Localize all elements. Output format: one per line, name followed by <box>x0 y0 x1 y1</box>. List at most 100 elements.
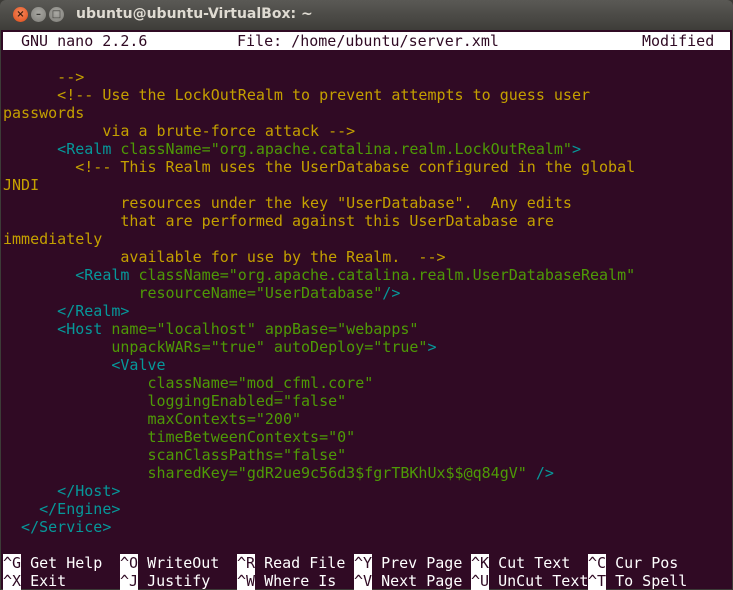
code-segment: timeBetweenContexts="0" <box>3 428 356 446</box>
shortcut-key: ^V <box>354 572 373 590</box>
code-segment: passwords <box>3 104 85 122</box>
shortcut-label: Cur Pos <box>606 554 679 572</box>
editor-line: that are performed against this UserData… <box>3 212 554 230</box>
window-title: ubuntu@ubuntu-VirtualBox: ~ <box>76 6 313 22</box>
shortcut-exit[interactable]: ^X Exit <box>3 572 66 590</box>
code-segment: name="localhost" appBase="webapps" <box>102 320 419 338</box>
code-segment: <Realm <box>3 266 130 284</box>
shortcut-next-page[interactable]: ^V Next Page <box>354 572 462 590</box>
editor-line: timeBetweenContexts="0" <box>3 428 355 446</box>
window-titlebar: × – □ ubuntu@ubuntu-VirtualBox: ~ <box>0 0 733 30</box>
code-segment: <!-- This Realm uses the UserDatabase co… <box>3 158 636 176</box>
shortcut-key: ^U <box>471 572 490 590</box>
shortcut-label: Where Is <box>255 572 337 590</box>
code-segment: immediately <box>3 230 103 248</box>
editor-line: via a brute-force attack --> <box>3 122 355 140</box>
shortcut-key: ^R <box>237 554 256 572</box>
editor-line: JNDI <box>3 176 39 194</box>
code-segment: </Realm> <box>3 302 130 320</box>
close-window-button[interactable]: × <box>13 7 28 22</box>
code-segment: maxContexts="200" <box>3 410 302 428</box>
code-segment: <Host <box>3 320 103 338</box>
editor-line: maxContexts="200" <box>3 410 301 428</box>
editor-line: resources under the key "UserDatabase". … <box>3 194 572 212</box>
code-segment: className="mod_cfml.core" <box>3 374 374 392</box>
editor-line: </Service> <box>3 518 111 536</box>
code-segment: </Engine> <box>3 500 121 518</box>
editor-line: scanClassPaths="false" <box>3 446 346 464</box>
shortcut-cut-text[interactable]: ^K Cut Text <box>471 554 570 572</box>
shortcut-justify[interactable]: ^J Justify <box>120 572 210 590</box>
code-segment: <Realm <box>3 140 112 158</box>
nano-version: GNU nano 2.2.6 <box>21 32 148 50</box>
code-segment: </Host> <box>3 482 121 500</box>
shortcut-label: Cut Text <box>489 554 571 572</box>
editor-line: immediately <box>3 230 102 248</box>
code-segment: > <box>427 338 437 356</box>
code-segment: /> <box>382 284 401 302</box>
shortcut-to-spell[interactable]: ^T To Spell <box>588 572 687 590</box>
editor-line: <!-- Use the LockOutRealm to prevent att… <box>3 86 590 104</box>
code-segment: <!-- Use the LockOutRealm to prevent att… <box>3 86 590 104</box>
shortcut-label: WriteOut <box>138 554 220 572</box>
shortcut-writeout[interactable]: ^O WriteOut <box>120 554 219 572</box>
code-segment: /> <box>526 464 554 482</box>
shortcut-key: ^W <box>237 572 256 590</box>
shortcut-label: Exit <box>21 572 67 590</box>
editor-line: available for use by the Realm. --> <box>3 248 446 266</box>
shortcut-key: ^G <box>3 554 22 572</box>
maximize-window-button[interactable]: □ <box>49 7 64 22</box>
shortcut-prev-page[interactable]: ^Y Prev Page <box>354 554 462 572</box>
editor-line: --> <box>3 68 84 86</box>
code-segment: resources under the key "UserDatabase". … <box>3 194 572 212</box>
editor-line: </Engine> <box>3 500 120 518</box>
code-segment: unpackWARs="true" autoDeploy="true" <box>3 338 428 356</box>
shortcut-label: Get Help <box>21 554 103 572</box>
terminal[interactable]: GNU nano 2.2.6 File: /home/ubuntu/server… <box>1 30 732 590</box>
shortcut-where-is[interactable]: ^W Where Is <box>237 572 336 590</box>
editor-line: resourceName="UserDatabase"/> <box>3 284 400 302</box>
code-segment: </Service> <box>3 518 112 536</box>
shortcut-key: ^X <box>3 572 22 590</box>
shortcut-label: Next Page <box>372 572 463 590</box>
code-segment: > <box>571 140 581 158</box>
editor-line: loggingEnabled="false" <box>3 392 346 410</box>
shortcut-key: ^T <box>588 572 607 590</box>
code-segment: via a brute-force attack --> <box>3 122 356 140</box>
editor-line: unpackWARs="true" autoDeploy="true"> <box>3 338 436 356</box>
editor-line: <!-- This Realm uses the UserDatabase co… <box>3 158 635 176</box>
shortcut-label: To Spell <box>606 572 688 590</box>
minimize-window-button[interactable]: – <box>31 7 46 22</box>
code-segment: loggingEnabled="false" <box>3 392 347 410</box>
shortcut-key: ^Y <box>354 554 373 572</box>
editor-line: </Realm> <box>3 302 129 320</box>
code-segment: className="org.apache.catalina.realm.Loc… <box>111 140 572 158</box>
code-segment: --> <box>3 68 85 86</box>
code-segment: sharedKey="gdR2ue9c56d3$fgrTBKhUx$$@q84g… <box>3 464 527 482</box>
code-segment: resourceName="UserDatabase" <box>3 284 383 302</box>
editor-line: </Host> <box>3 482 120 500</box>
nano-status: Modified <box>642 32 715 50</box>
code-segment: available for use by the Realm. --> <box>3 248 446 266</box>
editor-line: passwords <box>3 104 84 122</box>
shortcut-label: UnCut Text <box>489 572 589 590</box>
editor-line: <Realm className="org.apache.catalina.re… <box>3 140 581 158</box>
editor-line: <Valve <box>3 356 166 374</box>
shortcut-read-file[interactable]: ^R Read File <box>237 554 345 572</box>
code-segment: that are performed against this UserData… <box>3 212 554 230</box>
nano-filename: File: /home/ubuntu/server.xml <box>237 32 499 50</box>
code-segment: <Valve <box>3 356 166 374</box>
shortcut-key: ^C <box>588 554 607 572</box>
shortcut-label: Prev Page <box>372 554 463 572</box>
shortcut-key: ^O <box>120 554 139 572</box>
shortcut-uncut-text[interactable]: ^U UnCut Text <box>471 572 588 590</box>
code-segment: JNDI <box>3 176 40 194</box>
editor-line: <Host name="localhost" appBase="webapps" <box>3 320 418 338</box>
shortcut-get-help[interactable]: ^G Get Help <box>3 554 102 572</box>
shortcut-key: ^J <box>120 572 139 590</box>
shortcut-cur-pos[interactable]: ^C Cur Pos <box>588 554 678 572</box>
code-segment: scanClassPaths="false" <box>3 446 347 464</box>
shortcut-label: Read File <box>255 554 346 572</box>
editor-line: className="mod_cfml.core" <box>3 374 373 392</box>
editor-line: sharedKey="gdR2ue9c56d3$fgrTBKhUx$$@q84g… <box>3 464 554 482</box>
